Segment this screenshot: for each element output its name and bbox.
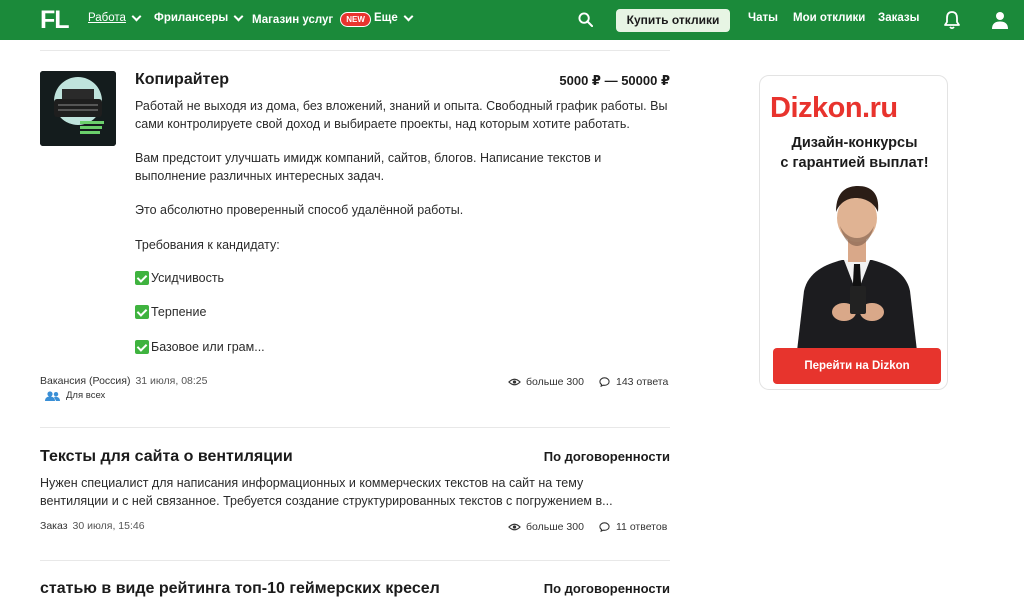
requirement-item: Усидчивость [135,271,224,285]
requirement-item: Терпение [135,305,206,319]
project-title[interactable]: статью в виде рейтинга топ-10 геймерских… [40,580,440,598]
buy-responses-button[interactable]: Купить отклики [616,9,730,32]
nav-orders[interactable]: Заказы [878,12,919,24]
project-views: больше 300 [508,376,584,388]
project-responses[interactable]: 11 ответов [598,521,667,533]
divider [40,50,670,51]
responses-count: 11 ответов [616,521,668,533]
project-description: Требования к кандидату: [135,238,280,252]
ad-banner[interactable]: Dizkon.ru Дизайн-конкурсы с гарантией вы… [759,75,948,390]
checkmark-icon [135,271,149,285]
new-badge: NEW [340,12,371,27]
divider [40,427,670,428]
ad-tagline: Дизайн-конкурсы с гарантией выплат! [760,133,947,173]
checkmark-icon [135,340,149,354]
requirement-text: Терпение [151,305,207,319]
audience-label: Для всех [45,390,105,401]
project-responses[interactable]: 143 ответа [598,376,668,388]
ad-cta-button[interactable]: Перейти на Dizkon [773,348,941,384]
user-icon[interactable] [991,11,1009,29]
nav-work-label: Работа [88,12,126,24]
project-price: 5000 ₽ — 50000 ₽ [559,73,670,88]
nav-services-shop-label: Магазин услуг [252,13,334,26]
views-count: больше 300 [526,376,584,388]
requirement-text: Усидчивость [151,271,225,285]
project-description: Работай не выходя из дома, без вложений,… [135,99,668,131]
requirement-text: Базовое или грам... [151,340,265,354]
ad-tagline-line-1: Дизайн-конкурсы [791,135,918,151]
comment-icon [599,522,610,532]
project-views: больше 300 [508,521,584,533]
project-title[interactable]: Тексты для сайта о вентиляции [40,448,293,466]
project-description: Вам предстоит улучшать имидж компаний, с… [135,151,602,183]
bell-icon[interactable] [943,10,961,30]
project-thumbnail[interactable] [40,71,116,146]
nav-more-label: Еще [374,12,398,24]
chevron-down-icon [233,11,244,21]
ad-tagline-line-2: с гарантией выплат! [780,155,929,171]
project-type: Вакансия (Россия) [40,375,131,387]
eye-icon [508,523,521,531]
nav-more[interactable]: Еще [374,11,414,24]
nav-work[interactable]: Работа [88,11,142,24]
project-meta: Заказ 30 июля, 15:46 [40,520,145,532]
comment-icon [599,377,610,387]
audience-text: Для всех [66,390,106,401]
project-type: Заказ [40,520,68,532]
project-price: По договоренности [543,449,670,464]
project-title[interactable]: Копирайтер [135,71,229,89]
chevron-down-icon [131,11,142,21]
project-date: 31 июля, 08:25 [135,375,208,387]
ad-brand: Dizkon.ru [770,92,898,124]
nav-my-responses[interactable]: Мои отклики [793,12,865,24]
nav-freelancers-label: Фрилансеры [154,12,229,24]
chevron-down-icon [403,11,414,21]
users-icon [45,390,60,401]
nav-chats[interactable]: Чаты [748,12,778,24]
ad-person-image [797,186,917,351]
views-count: больше 300 [526,521,584,533]
top-navbar: FL Работа Фрилансеры Магазин услуг NEW Е… [0,0,1024,40]
search-icon[interactable] [578,12,593,27]
nav-freelancers[interactable]: Фрилансеры [154,11,244,24]
project-price: По договоренности [543,581,670,596]
typewriter-image [40,71,116,146]
fl-logo[interactable]: FL [40,6,72,34]
requirement-item: Базовое или грам... [135,340,265,354]
eye-icon [508,378,521,386]
project-date: 30 июля, 15:46 [72,520,145,532]
project-meta: Вакансия (Россия) 31 июля, 08:25 [40,375,207,387]
checkmark-icon [135,305,149,319]
responses-count: 143 ответа [616,376,669,388]
divider [40,560,670,561]
project-description: Нужен специалист для написания информаци… [40,476,613,508]
project-description: Это абсолютно проверенный способ удалённ… [135,203,464,217]
nav-services-shop[interactable]: Магазин услуг NEW [252,12,371,27]
